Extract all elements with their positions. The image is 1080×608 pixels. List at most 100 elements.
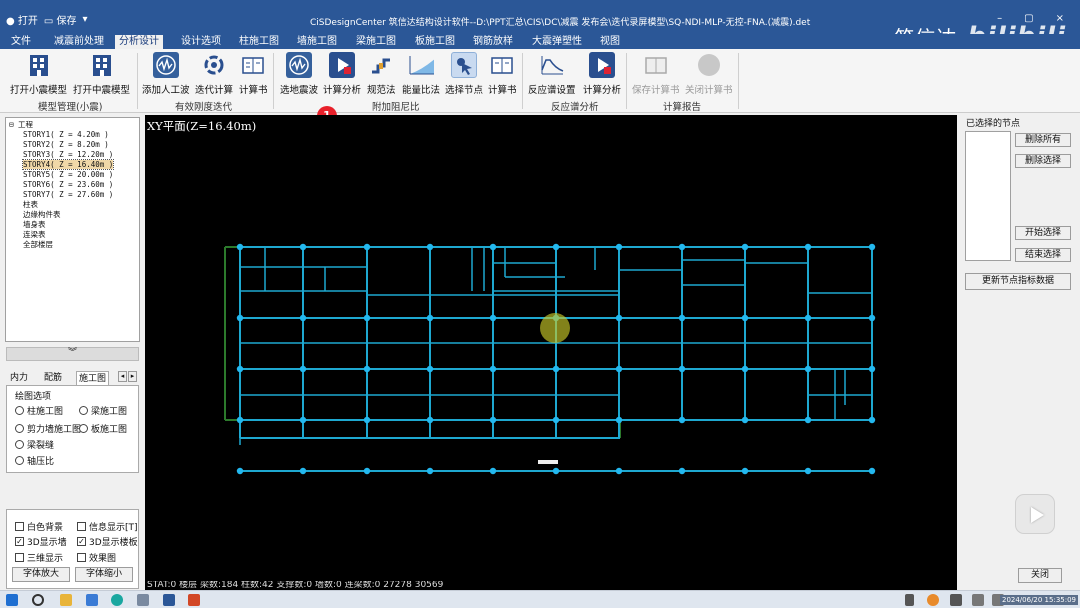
check-white-bg[interactable]: 白色背景 xyxy=(15,520,63,533)
collapse-button[interactable]: ︾ xyxy=(6,347,139,361)
structure-node[interactable] xyxy=(678,416,686,424)
structure-node[interactable] xyxy=(299,243,307,251)
structure-node[interactable] xyxy=(804,467,812,475)
add-artificial-wave-button[interactable]: 添加人工波 xyxy=(142,52,190,96)
tab-scroll-left-icon[interactable]: ◂ xyxy=(118,371,127,382)
tab-reinforcement[interactable]: 配筋 xyxy=(42,371,64,385)
tab-construction-drawing[interactable]: 施工图 xyxy=(76,371,110,385)
structure-node[interactable] xyxy=(868,243,876,251)
tree-story-1[interactable]: STORY1( Z = 4.20m ) xyxy=(9,130,136,140)
structure-node[interactable] xyxy=(236,314,244,322)
close-button[interactable]: 关闭 xyxy=(1018,568,1062,583)
structure-node[interactable] xyxy=(489,365,497,373)
windows-start-icon[interactable] xyxy=(6,594,18,606)
structure-node[interactable] xyxy=(299,416,307,424)
font-shrink-button[interactable]: 字体缩小 xyxy=(75,567,133,582)
structure-node[interactable] xyxy=(236,365,244,373)
structure-node[interactable] xyxy=(678,314,686,322)
menu-nonlinear[interactable]: 大震弹塑性 xyxy=(528,35,586,49)
menu-beam-drawing[interactable]: 梁施工图 xyxy=(352,35,400,49)
structure-node[interactable] xyxy=(363,467,371,475)
structure-node[interactable] xyxy=(426,365,434,373)
menu-column-drawing[interactable]: 柱施工图 xyxy=(235,35,283,49)
structure-node[interactable] xyxy=(615,467,623,475)
structure-node[interactable] xyxy=(741,243,749,251)
story-tree[interactable]: ⊟ 工程 STORY1( Z = 4.20m ) STORY2( Z = 8.20… xyxy=(5,117,140,342)
video-play-icon[interactable] xyxy=(1015,494,1055,534)
structure-node[interactable] xyxy=(363,365,371,373)
structure-node[interactable] xyxy=(615,416,623,424)
structure-node[interactable] xyxy=(299,467,307,475)
check-3d-view[interactable]: 三维显示 xyxy=(15,551,63,564)
tree-story-7[interactable]: STORY7( Z = 27.60m ) xyxy=(9,190,136,200)
menu-analysis-design[interactable]: 分析设计 xyxy=(115,35,163,49)
structure-node[interactable] xyxy=(615,314,623,322)
code-method-button[interactable]: 规范法 xyxy=(367,52,396,96)
tree-node-1[interactable]: 边缘构件表 xyxy=(9,210,136,220)
structure-node[interactable] xyxy=(615,365,623,373)
structure-node[interactable] xyxy=(868,365,876,373)
edge-browser-icon[interactable] xyxy=(111,594,123,606)
radio-axial-ratio[interactable]: 轴压比 xyxy=(15,454,54,467)
structure-node[interactable] xyxy=(552,365,560,373)
tab-internal-force[interactable]: 内力 xyxy=(8,371,30,385)
structure-node[interactable] xyxy=(489,467,497,475)
check-3d-wall[interactable]: ✓ 3D显示墙 xyxy=(15,535,67,548)
structure-node[interactable] xyxy=(678,243,686,251)
app-icon[interactable] xyxy=(137,594,149,606)
structure-node[interactable] xyxy=(741,365,749,373)
selected-nodes-list[interactable] xyxy=(965,131,1011,261)
structure-node[interactable] xyxy=(299,314,307,322)
tree-story-2[interactable]: STORY2( Z = 8.20m ) xyxy=(9,140,136,150)
structure-node[interactable] xyxy=(236,243,244,251)
structure-node[interactable] xyxy=(426,243,434,251)
save-report-button[interactable]: 保存计算书 xyxy=(632,52,680,96)
menu-damping-preprocess[interactable]: 减震前处理 xyxy=(50,35,108,49)
radio-column-drawing[interactable]: 柱施工图 xyxy=(15,404,63,417)
powerpoint-icon[interactable] xyxy=(188,594,200,606)
cisdesign-app-icon[interactable] xyxy=(163,594,175,606)
close-report-button[interactable]: 关闭计算书 xyxy=(685,52,733,96)
structure-node[interactable] xyxy=(426,416,434,424)
structure-node[interactable] xyxy=(236,416,244,424)
delete-selected-button[interactable]: 删除选择 xyxy=(1015,154,1071,168)
menu-design-options[interactable]: 设计选项 xyxy=(177,35,225,49)
tray-app-icon[interactable] xyxy=(927,594,939,606)
structure-node[interactable] xyxy=(489,416,497,424)
structure-node[interactable] xyxy=(741,467,749,475)
open-small-model-button[interactable]: 打开小震模型 xyxy=(10,52,67,96)
structure-node[interactable] xyxy=(552,416,560,424)
calc-analysis-button-1[interactable]: 计算分析 xyxy=(323,52,361,96)
select-seismic-wave-button[interactable]: 选地震波 xyxy=(280,52,318,96)
energy-ratio-button[interactable]: 能量比法 xyxy=(402,52,440,96)
menu-view[interactable]: 视图 xyxy=(596,35,624,49)
structure-node[interactable] xyxy=(363,243,371,251)
search-icon[interactable] xyxy=(32,594,44,606)
structure-node[interactable] xyxy=(236,467,244,475)
file-explorer-icon[interactable] xyxy=(60,594,72,606)
menu-rebar-layout[interactable]: 钢筋放样 xyxy=(469,35,517,49)
tree-node-3[interactable]: 连梁表 xyxy=(9,230,136,240)
tree-story-5[interactable]: STORY5( Z = 20.00m ) xyxy=(9,170,136,180)
report-button-2[interactable]: 计算书 xyxy=(488,52,517,96)
menu-slab-drawing[interactable]: 板施工图 xyxy=(411,35,459,49)
spectrum-settings-button[interactable]: 反应谱设置 xyxy=(528,52,576,96)
structure-node[interactable] xyxy=(363,416,371,424)
mail-icon[interactable] xyxy=(86,594,98,606)
structure-node[interactable] xyxy=(489,243,497,251)
structure-node[interactable] xyxy=(804,243,812,251)
tree-story-3[interactable]: STORY3( Z = 12.20m ) xyxy=(9,150,136,160)
radio-shear-wall-drawing[interactable]: 剪力墙施工图 xyxy=(15,422,81,435)
end-select-button[interactable]: 结束选择 xyxy=(1015,248,1071,262)
structure-node[interactable] xyxy=(678,365,686,373)
start-select-button[interactable]: 开始选择 xyxy=(1015,226,1071,240)
structure-node[interactable] xyxy=(804,416,812,424)
structure-node[interactable] xyxy=(299,365,307,373)
tray-chevron-icon[interactable] xyxy=(905,594,914,606)
select-node-button[interactable]: 选择节点 xyxy=(445,52,483,96)
structure-node[interactable] xyxy=(868,416,876,424)
structure-node[interactable] xyxy=(426,467,434,475)
menu-file[interactable]: 文件 xyxy=(7,35,35,49)
dropdown-icon[interactable]: ▾ xyxy=(83,14,88,25)
tray-app-icon[interactable] xyxy=(950,594,962,606)
